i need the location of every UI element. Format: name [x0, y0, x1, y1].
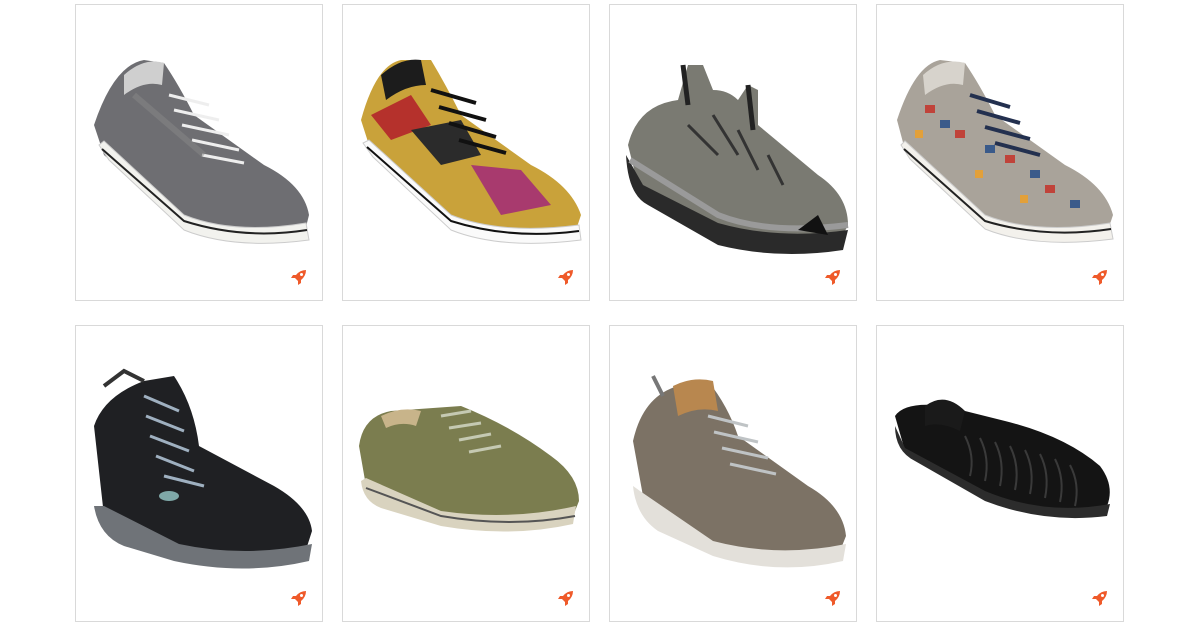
olive-leather-sneaker-image[interactable]	[351, 366, 583, 586]
houndstooth-canvas-sneaker-image[interactable]	[885, 45, 1117, 265]
product-card[interactable]	[876, 325, 1124, 622]
product-card[interactable]	[609, 325, 857, 622]
product-card[interactable]	[75, 4, 323, 301]
rocket-icon	[825, 591, 840, 606]
rocket-icon	[291, 591, 306, 606]
grey-sport-sandal-image[interactable]	[618, 45, 850, 265]
product-card[interactable]	[342, 325, 590, 622]
black-cord-slide-image[interactable]	[885, 366, 1117, 586]
rocket-icon	[558, 591, 573, 606]
rocket-icon	[291, 270, 306, 285]
rocket-icon	[558, 270, 573, 285]
product-grid	[0, 0, 1200, 630]
rocket-icon	[1092, 591, 1107, 606]
tribal-print-canvas-sneaker-image[interactable]	[351, 45, 583, 265]
rocket-icon	[825, 270, 840, 285]
black-hiking-boot-image[interactable]	[84, 366, 316, 586]
product-card[interactable]	[876, 4, 1124, 301]
product-card[interactable]	[342, 4, 590, 301]
taupe-suede-sneaker-image[interactable]	[618, 366, 850, 586]
product-card[interactable]	[609, 4, 857, 301]
product-card[interactable]	[75, 325, 323, 622]
rocket-icon	[1092, 270, 1107, 285]
grey-plaid-canvas-sneaker-image[interactable]	[84, 45, 316, 265]
